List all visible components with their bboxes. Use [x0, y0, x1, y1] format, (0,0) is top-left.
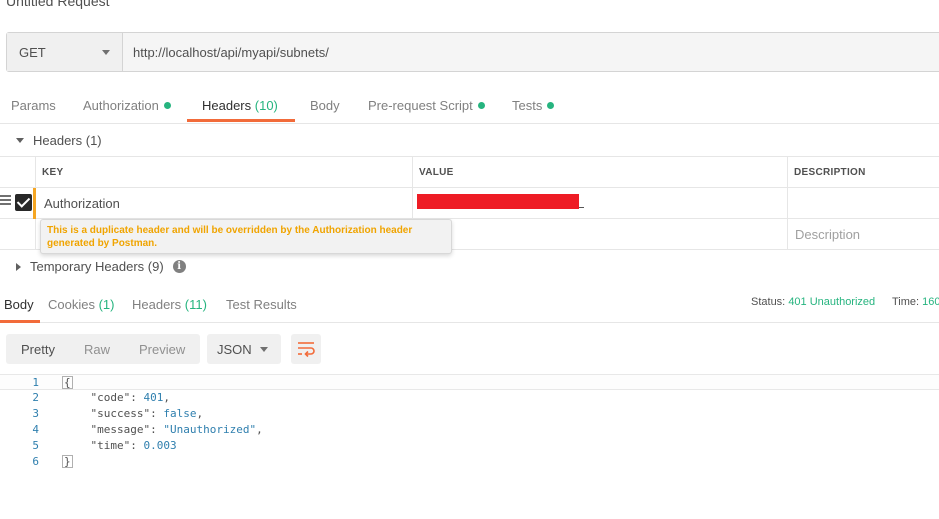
status-dot-icon: [547, 102, 555, 109]
line-number: 5: [32, 439, 39, 452]
code-line: 1 {: [0, 374, 939, 390]
headers-section-title: Headers (1): [33, 133, 102, 148]
format-label: JSON: [217, 341, 252, 357]
code-line: 6 }: [0, 454, 939, 470]
tab-label: Authorization: [83, 98, 159, 113]
method-select[interactable]: GET: [7, 33, 123, 71]
tab-response-cookies[interactable]: Cookies (1): [48, 285, 114, 323]
column-key: KEY: [35, 157, 413, 187]
code-line: 4 "message": "Unauthorized",: [0, 422, 939, 438]
tab-label: Params: [11, 98, 56, 113]
drag-handle-icon[interactable]: [0, 195, 11, 207]
tab-authorization[interactable]: Authorization: [83, 88, 171, 124]
status-label: Status:: [751, 296, 786, 308]
tab-label: Headers: [132, 297, 182, 312]
tab-label: Test Results: [226, 297, 297, 312]
request-tabs: Params Authorization Headers (10) Body P…: [0, 88, 939, 124]
tab-response-test-results[interactable]: Test Results: [226, 285, 297, 323]
tab-label: Cookies: [48, 297, 95, 312]
time-value[interactable]: 160: [922, 296, 939, 308]
time-readout: Time: 160: [892, 296, 939, 308]
json-value: 401: [143, 391, 164, 404]
active-tab-indicator: [187, 119, 295, 122]
wrap-lines-icon: [298, 342, 315, 358]
pretty-button[interactable]: Pretty: [6, 342, 55, 357]
temporary-headers-toggle[interactable]: Temporary Headers (9) i: [16, 259, 186, 274]
redacted-underline: [579, 207, 584, 208]
header-key-text: Authorization: [44, 196, 120, 211]
headers-section-toggle[interactable]: Headers (1): [16, 133, 102, 148]
open-brace: {: [62, 376, 73, 389]
line-number: 1: [32, 376, 39, 389]
response-body-editor[interactable]: 1 { 2 "code": 401, 3 "success": false, 4…: [0, 374, 939, 470]
code-line: 2 "code": 401,: [0, 390, 939, 406]
tab-label: Pre-request Script: [368, 98, 473, 113]
chevron-down-icon: [260, 346, 268, 352]
tab-params[interactable]: Params: [11, 88, 56, 124]
tab-label: Headers: [202, 98, 252, 113]
tab-pre-request-script[interactable]: Pre-request Script: [368, 88, 485, 124]
column-value: VALUE: [412, 157, 788, 187]
tab-tests[interactable]: Tests: [512, 88, 555, 124]
raw-button[interactable]: Raw: [55, 342, 110, 357]
tab-count: (11): [184, 297, 207, 312]
tab-count: (10): [254, 98, 278, 113]
request-title: Untitled Request: [6, 0, 110, 9]
info-icon[interactable]: i: [172, 260, 186, 273]
close-brace: }: [62, 455, 73, 468]
description-cell[interactable]: [787, 188, 939, 218]
code-line: 5 "time": 0.003: [0, 438, 939, 454]
tab-label: Tests: [512, 98, 543, 113]
tab-response-headers[interactable]: Headers (11): [132, 285, 207, 323]
chevron-down-icon: [102, 49, 110, 55]
tab-body[interactable]: Body: [310, 88, 340, 124]
temporary-headers-title: Temporary Headers (9): [30, 259, 164, 274]
json-key: "message": [90, 423, 151, 436]
header-enabled-checkbox[interactable]: [15, 194, 32, 211]
line-number: 6: [32, 455, 39, 468]
line-number: 3: [32, 407, 39, 420]
tab-label: Body: [310, 98, 340, 113]
json-value: "Unauthorized": [163, 423, 257, 436]
status-readout: Status: 401 Unauthorized: [751, 296, 875, 308]
duplicate-header-tooltip: This is a duplicate header and will be o…: [40, 219, 452, 254]
tab-count: (1): [98, 297, 115, 312]
json-value: 0.003: [143, 439, 177, 452]
json-key: "time": [90, 439, 131, 452]
status-dot-icon: [477, 102, 485, 109]
column-description: DESCRIPTION: [787, 157, 939, 187]
json-value: false: [163, 407, 197, 420]
url-bar: GET: [6, 32, 939, 72]
tab-response-body[interactable]: Body: [4, 285, 34, 323]
view-mode-group: Pretty Raw Preview: [6, 334, 200, 364]
wrap-lines-button[interactable]: [291, 334, 321, 364]
json-key: "success": [90, 407, 151, 420]
headers-table-head: KEY VALUE DESCRIPTION: [0, 156, 939, 188]
method-label: GET: [19, 44, 46, 60]
line-number: 4: [32, 423, 39, 436]
format-select[interactable]: JSON: [207, 334, 281, 364]
caret-right-icon: [16, 262, 21, 271]
line-number: 2: [32, 391, 39, 404]
active-response-tab-indicator: [0, 320, 40, 323]
caret-down-icon: [16, 138, 24, 143]
tab-label: Body: [4, 297, 34, 312]
code-line: 3 "success": false,: [0, 406, 939, 422]
preview-button[interactable]: Preview: [110, 342, 185, 357]
value-cell-new[interactable]: [412, 219, 788, 249]
url-input[interactable]: [123, 33, 939, 71]
time-label: Time:: [892, 296, 920, 308]
status-value[interactable]: 401 Unauthorized: [788, 296, 875, 308]
redacted-value: [417, 194, 579, 209]
warning-indicator: [33, 188, 36, 219]
json-key: "code": [90, 391, 131, 404]
status-dot-icon: [163, 102, 171, 109]
description-placeholder: Description: [795, 227, 861, 242]
